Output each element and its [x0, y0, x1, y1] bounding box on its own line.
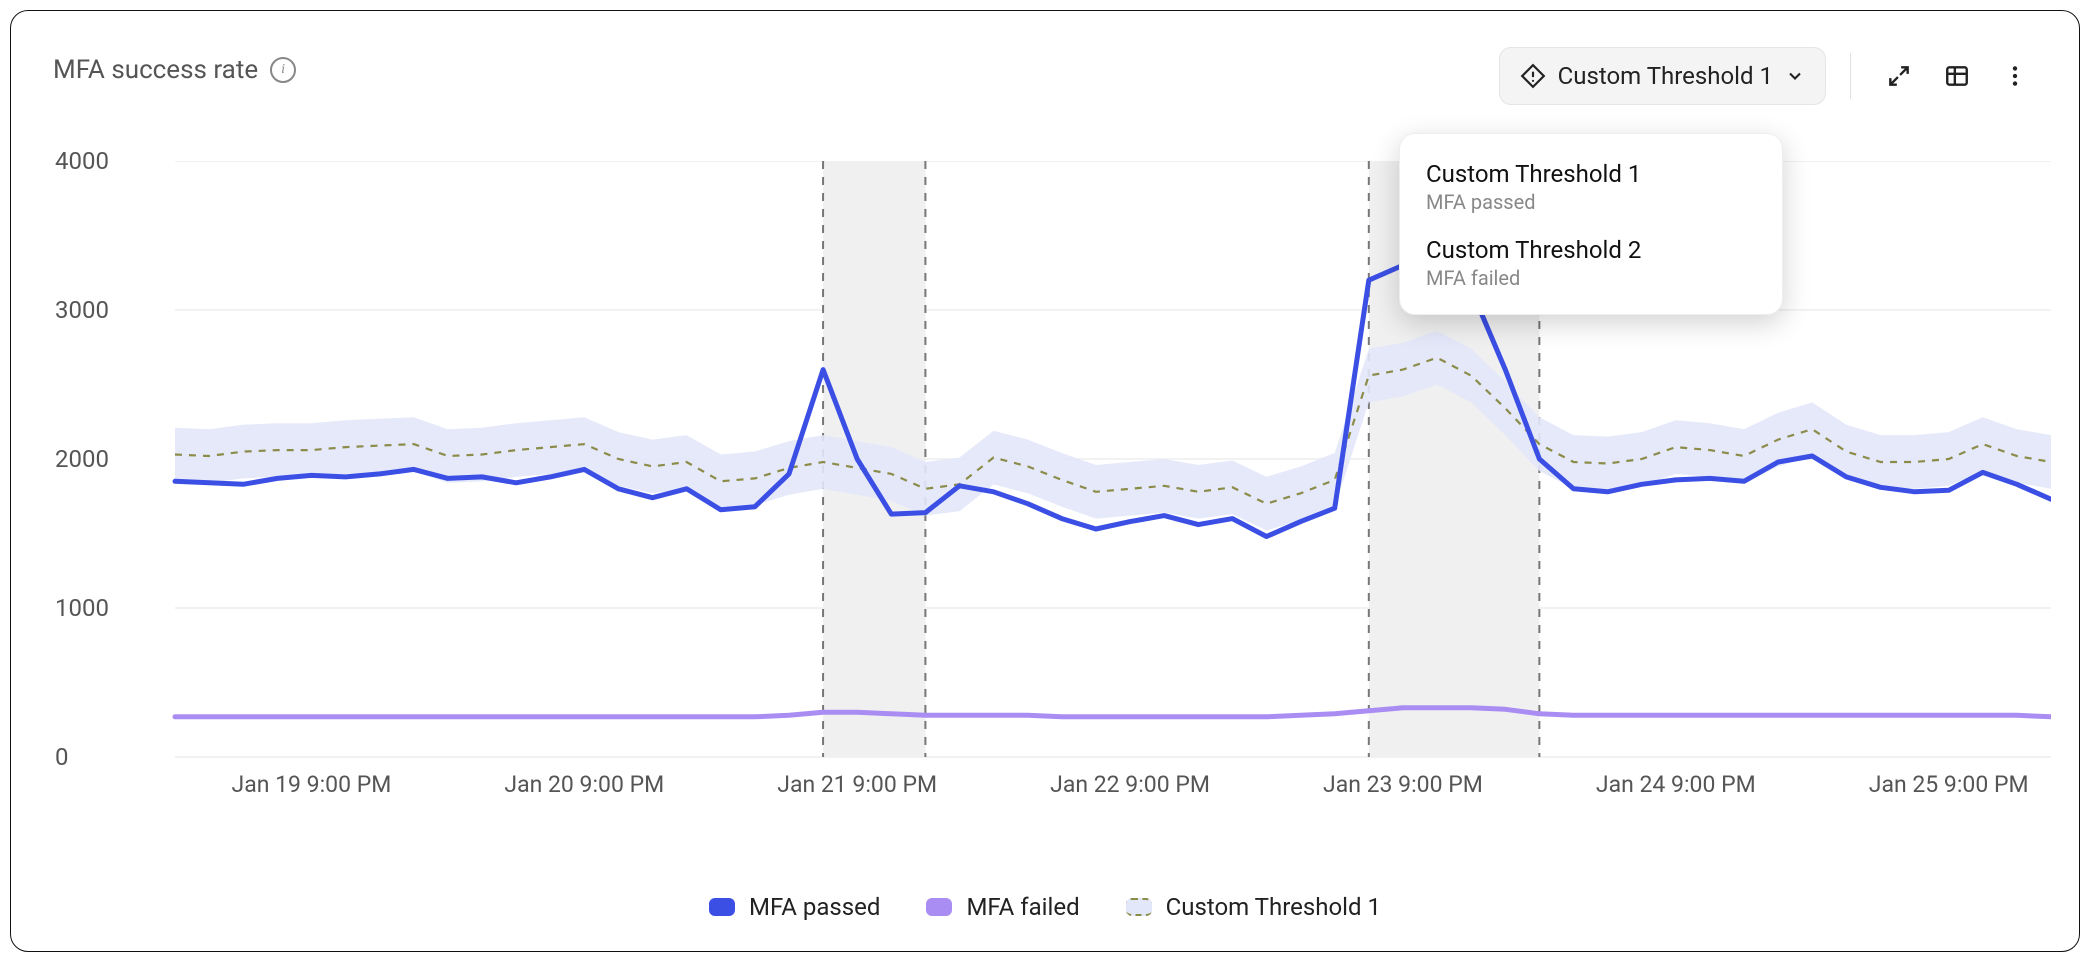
panel-toolbar: Custom Threshold 1 [1499, 47, 2039, 105]
x-axis-tick-label: Jan 23 9:00 PM [1323, 771, 1483, 798]
x-axis-tick-label: Jan 22 9:00 PM [1050, 771, 1210, 798]
threshold-option-subtitle: MFA passed [1426, 190, 1756, 214]
table-icon [1944, 63, 1970, 89]
alert-diamond-icon [1520, 63, 1546, 89]
panel-title-row: MFA success rate i [53, 55, 296, 85]
threshold-option-2[interactable]: Custom Threshold 2 MFA failed [1426, 230, 1756, 294]
y-axis-tick-label: 0 [55, 743, 69, 771]
legend-item-failed[interactable]: MFA failed [926, 893, 1079, 921]
threshold-dropdown-menu: Custom Threshold 1 MFA passed Custom Thr… [1399, 133, 1783, 315]
legend-item-passed[interactable]: MFA passed [709, 893, 880, 921]
expand-button[interactable] [1875, 52, 1923, 100]
x-axis-tick-label: Jan 24 9:00 PM [1596, 771, 1756, 798]
threshold-option-title: Custom Threshold 2 [1426, 236, 1756, 264]
legend-swatch-purple [926, 898, 952, 916]
threshold-option-1[interactable]: Custom Threshold 1 MFA passed [1426, 154, 1756, 230]
legend-swatch-threshold [1126, 898, 1152, 916]
table-view-button[interactable] [1933, 52, 1981, 100]
threshold-option-title: Custom Threshold 1 [1426, 160, 1756, 188]
chart-panel: MFA success rate i Custom Threshold 1 Cu… [10, 10, 2080, 952]
more-options-button[interactable] [1991, 52, 2039, 100]
expand-icon [1886, 63, 1912, 89]
legend-label: Custom Threshold 1 [1166, 893, 1381, 921]
toolbar-separator [1850, 53, 1851, 99]
x-axis-tick-label: Jan 25 9:00 PM [1869, 771, 2029, 798]
chart-legend: MFA passed MFA failed Custom Threshold 1 [11, 893, 2079, 921]
y-axis-tick-label: 1000 [55, 594, 109, 622]
x-axis-tick-label: Jan 21 9:00 PM [777, 771, 937, 798]
panel-title: MFA success rate [53, 55, 258, 85]
threshold-dropdown-button[interactable]: Custom Threshold 1 [1499, 47, 1826, 105]
y-axis-tick-label: 3000 [55, 296, 109, 324]
info-icon[interactable]: i [270, 57, 296, 83]
threshold-option-subtitle: MFA failed [1426, 266, 1756, 290]
y-axis-tick-label: 4000 [55, 147, 109, 175]
x-axis-tick-label: Jan 20 9:00 PM [504, 771, 664, 798]
more-vertical-icon [2002, 63, 2028, 89]
threshold-dropdown-label: Custom Threshold 1 [1558, 62, 1773, 90]
x-axis-tick-label: Jan 19 9:00 PM [232, 771, 392, 798]
legend-swatch-blue [709, 898, 735, 916]
chevron-down-icon [1785, 66, 1805, 86]
legend-label: MFA passed [749, 893, 880, 921]
legend-label: MFA failed [966, 893, 1079, 921]
y-axis-tick-label: 2000 [55, 445, 109, 473]
legend-item-threshold[interactable]: Custom Threshold 1 [1126, 893, 1381, 921]
